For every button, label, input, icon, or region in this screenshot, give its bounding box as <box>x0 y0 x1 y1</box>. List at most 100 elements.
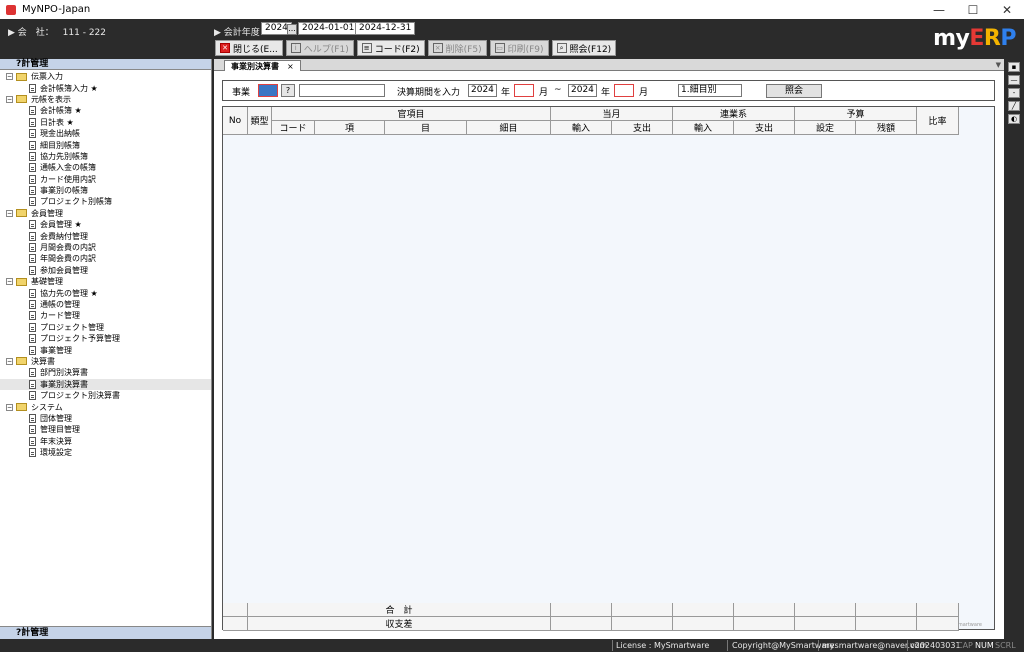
business-code-field[interactable] <box>258 84 278 97</box>
tree-item[interactable]: プロジェクト管理 <box>0 322 211 333</box>
diff-row-label: 収支差 <box>248 617 551 631</box>
footer-value-cell <box>917 603 959 617</box>
start-year-field[interactable]: 2024 <box>468 84 497 97</box>
tree-item-label: 会員管理 ★ <box>40 220 82 230</box>
minimize-button[interactable]: — <box>922 0 956 19</box>
close-button[interactable]: ✕ 閉じる(E... <box>215 40 283 56</box>
document-icon <box>29 186 36 196</box>
tab-close-icon[interactable]: × <box>287 62 294 71</box>
company-label: ▶ 会 社： <box>8 28 54 38</box>
tree-item[interactable]: 事業別決算書 <box>0 378 211 390</box>
end-month-unit: 月 <box>639 88 649 98</box>
tree-item-label: 協力先の管理 ★ <box>40 288 98 298</box>
start-month-field[interactable] <box>514 84 534 97</box>
code-button[interactable]: ≡ コード(F2) <box>356 40 425 56</box>
tree-item-label: 会計帳簿 ★ <box>40 106 82 116</box>
tree-item[interactable]: 会費納付管理 <box>0 230 211 241</box>
inquiry-submit-button[interactable]: 照会 <box>766 84 822 98</box>
tree-item[interactable]: 月間会費の内訳 <box>0 242 211 253</box>
tree-item[interactable]: カード使用内訳 <box>0 174 211 185</box>
tree-folder[interactable]: − 元帳を表示 <box>0 94 211 105</box>
tree-item[interactable]: 通帳の管理 <box>0 299 211 310</box>
strip-button-3[interactable]: - <box>1008 88 1020 98</box>
tree-folder[interactable]: − 会員管理 <box>0 208 211 219</box>
footer-value-cell <box>734 603 795 617</box>
tree-folder[interactable]: − システム <box>0 401 211 412</box>
main-content: 事業 ? 決算期間を入力 2024 年 月 ~ 2024 年 月 1.細目別 照… <box>214 71 1004 639</box>
inquiry-button[interactable]: ⌕ 照会(F12) <box>551 40 617 56</box>
tree-item[interactable]: 会計帳簿 ★ <box>0 105 211 116</box>
tree-item[interactable]: 協力先の管理 ★ <box>0 287 211 298</box>
tree-item[interactable]: カード管理 <box>0 310 211 321</box>
maximize-button[interactable]: ☐ <box>956 0 990 19</box>
tree-item[interactable]: 通帳入金の帳簿 <box>0 162 211 173</box>
collapse-icon[interactable]: − <box>6 95 13 103</box>
diff-row-no <box>223 617 248 631</box>
sidebar-footer[interactable]: ?計管理 <box>0 626 211 639</box>
document-icon <box>29 243 36 253</box>
strip-button-2[interactable]: — <box>1008 75 1020 85</box>
num-indicator: NUM <box>975 641 994 650</box>
collapse-icon[interactable]: − <box>6 403 13 411</box>
fiscal-year-label: ▶ 会計年度 <box>214 28 260 38</box>
tree-item[interactable]: 年間会費の内訳 <box>0 253 211 264</box>
col-current-income: 輸入 <box>551 121 612 135</box>
tree-item[interactable]: 団体管理 <box>0 413 211 424</box>
collapse-icon[interactable]: − <box>6 209 13 217</box>
tree-item[interactable]: 管理目管理 <box>0 424 211 435</box>
tree-item[interactable]: 日計表 ★ <box>0 117 211 128</box>
folder-icon <box>16 72 27 81</box>
collapse-icon[interactable]: − <box>6 357 13 365</box>
tree-item[interactable]: 事業別の帳簿 <box>0 185 211 196</box>
tree-folder[interactable]: − 決算書 <box>0 356 211 367</box>
document-icon <box>29 311 36 321</box>
tree-item-label: 事業別決算書 <box>40 379 88 389</box>
close-window-button[interactable]: ✕ <box>990 0 1024 19</box>
window-title: MyNPO-Japan <box>22 4 91 15</box>
col-budget-balance: 残額 <box>856 121 917 135</box>
tree-item-label: 環境設定 <box>40 448 72 458</box>
delete-button[interactable]: × 削除(F5) <box>427 40 487 56</box>
tree-item[interactable]: 参加会員管理 <box>0 265 211 276</box>
detail-select[interactable]: 1.細目別 <box>678 84 742 97</box>
document-icon <box>29 197 36 207</box>
print-button[interactable]: ▭ 印刷(F9) <box>489 40 549 56</box>
strip-button-1[interactable]: ▪ <box>1008 62 1020 72</box>
strip-button-4[interactable]: ╱ <box>1008 101 1020 111</box>
tree-item[interactable]: 会計帳簿入力 ★ <box>0 82 211 93</box>
tree-item[interactable]: 会員管理 ★ <box>0 219 211 230</box>
status-bar: License : MySmartware Copyright@MySmartw… <box>0 639 1024 652</box>
folder-icon <box>16 403 27 412</box>
tree-folder[interactable]: − 基礎管理 <box>0 276 211 287</box>
collapse-icon[interactable]: − <box>6 278 13 286</box>
strip-button-5[interactable]: ◐ <box>1008 114 1020 124</box>
tree-item[interactable]: プロジェクト別帳簿 <box>0 196 211 207</box>
tree-item-label: 会計帳簿入力 ★ <box>40 83 98 93</box>
status-divider <box>727 640 728 651</box>
tree-item[interactable]: プロジェクト別決算書 <box>0 390 211 401</box>
tree-item[interactable]: 協力先別帳簿 <box>0 151 211 162</box>
col-budget-setting: 設定 <box>795 121 856 135</box>
toolbar: ✕ 閉じる(E... i ヘルプ(F1) ≡ コード(F2) × 削除(F5) … <box>215 40 617 56</box>
tree-item-label: 参加会員管理 <box>40 265 88 275</box>
business-lookup-button[interactable]: ? <box>281 84 295 97</box>
help-button[interactable]: i ヘルプ(F1) <box>285 40 354 56</box>
tab-dropdown-icon[interactable]: ▼ <box>996 61 1001 69</box>
tree-item[interactable]: 環境設定 <box>0 447 211 458</box>
tree-item[interactable]: プロジェクト予算管理 <box>0 333 211 344</box>
tree-item[interactable]: 現金出納帳 <box>0 128 211 139</box>
tree-item[interactable]: 細目別帳簿 <box>0 139 211 150</box>
document-icon <box>29 151 36 161</box>
collapse-icon[interactable]: − <box>6 73 13 81</box>
tree-folder[interactable]: − 伝票入力 <box>0 71 211 82</box>
end-month-field[interactable] <box>614 84 634 97</box>
tree-item[interactable]: 部門別決算書 <box>0 367 211 378</box>
document-icon <box>29 117 36 127</box>
tab-business-settlement[interactable]: 事業別決算書 × <box>224 60 301 71</box>
fiscal-picker-button[interactable]: ... <box>287 24 297 35</box>
tree-item[interactable]: 年末決算 <box>0 436 211 447</box>
period-end-field[interactable]: 2024-12-31 <box>355 22 416 35</box>
business-name-field[interactable] <box>299 84 385 97</box>
tree-item[interactable]: 事業管理 <box>0 344 211 355</box>
end-year-field[interactable]: 2024 <box>568 84 597 97</box>
